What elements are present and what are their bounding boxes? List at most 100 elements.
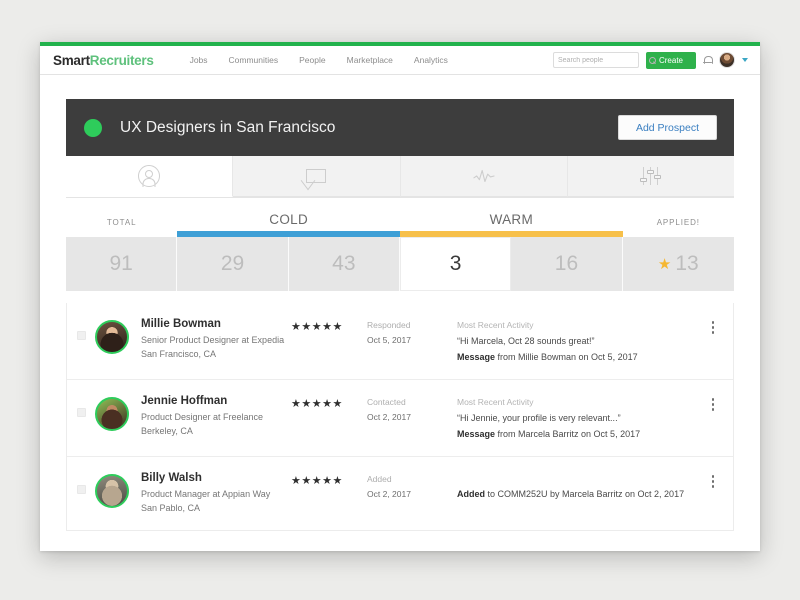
prospect-rating[interactable]: ★★★★★	[291, 395, 367, 410]
prospect-status: Responded Oct 5, 2017	[367, 318, 453, 345]
activity-title: Most Recent Activity	[457, 397, 534, 408]
avatar[interactable]	[95, 320, 129, 354]
status-badge: Responded	[367, 320, 411, 330]
stat-label-warm: WARM	[489, 212, 534, 227]
star-rating: ★★★★★	[291, 321, 343, 333]
prospect-name[interactable]: Millie Bowman	[141, 318, 291, 330]
stats-cells-row: 91 29 43 3 16 ★ 13	[66, 237, 734, 291]
stat-applied[interactable]: ★ 13	[622, 237, 734, 291]
nav-link-jobs[interactable]: Jobs	[190, 55, 208, 65]
prospect-identity: Millie Bowman Senior Product Designer at…	[141, 318, 291, 361]
prospect-name[interactable]: Billy Walsh	[141, 472, 291, 484]
prospect-title: Senior Product Designer at Expedia	[141, 335, 285, 345]
stat-total[interactable]: 91	[66, 237, 178, 291]
star-icon: ★	[657, 255, 672, 273]
search-input[interactable]	[557, 56, 649, 64]
logo-text-secondary: Recruiters	[89, 52, 154, 68]
prospect-status: Contacted Oct 2, 2017	[367, 395, 453, 422]
prospect-activity: Most Recent Activity “Hi Jennie, your pr…	[453, 395, 706, 441]
prospect-list: Millie Bowman Senior Product Designer at…	[66, 303, 734, 532]
row-checkbox[interactable]	[77, 485, 86, 495]
sliders-icon	[640, 167, 661, 185]
nav-link-analytics[interactable]: Analytics	[414, 55, 448, 65]
nav-link-people[interactable]: People	[299, 55, 325, 65]
tab-people[interactable]	[66, 156, 234, 197]
activity-meta-rest: to COMM252U by Marcela Barritz on Oct 2,…	[485, 489, 685, 500]
row-checkbox[interactable]	[77, 408, 86, 418]
content-panel: UX Designers in San Francisco Add Prospe…	[40, 75, 760, 532]
envelope-icon	[306, 169, 327, 183]
status-badge: Contacted	[367, 397, 406, 408]
prospect-name[interactable]: Jennie Hoffman	[141, 395, 291, 407]
add-prospect-button[interactable]: Add Prospect	[617, 115, 717, 140]
table-row[interactable]: Billy Walsh Product Manager at Appian Wa…	[67, 457, 733, 531]
stats-labels-row: TOTAL COLD WARM APPLIED!	[66, 212, 734, 227]
nav-right-cluster: Create	[552, 51, 748, 69]
status-dot	[84, 118, 102, 137]
row-menu-button[interactable]	[706, 395, 720, 411]
prospect-identity: Billy Walsh Product Manager at Appian Wa…	[141, 472, 291, 515]
bell-icon[interactable]	[703, 55, 713, 66]
status-date: Oct 2, 2017	[367, 412, 411, 423]
status-date: Oct 5, 2017	[367, 335, 411, 345]
activity-meta: Message from Marcela Barritz on Oct 5, 2…	[457, 428, 706, 441]
prospect-status: Added Oct 2, 2017	[367, 472, 453, 499]
stat-warm-1-value: 3	[449, 252, 462, 275]
stat-warm-2-value: 16	[554, 252, 579, 275]
activity-meta-rest: from Millie Bowman on Oct 5, 2017	[495, 352, 638, 362]
avatar[interactable]	[719, 52, 735, 68]
person-icon	[138, 165, 161, 187]
stat-cold-2-value: 43	[332, 252, 356, 275]
row-checkbox[interactable]	[77, 331, 86, 340]
stat-warm-2[interactable]: 16	[511, 237, 623, 291]
logo-text-primary: Smart	[53, 52, 90, 68]
avatar[interactable]	[95, 474, 129, 509]
tab-settings[interactable]	[567, 156, 734, 197]
activity-quote: “Hi Marcela, Oct 28 sounds great!”	[457, 336, 595, 346]
activity-meta: Message from Millie Bowman on Oct 5, 201…	[457, 351, 706, 364]
activity-quote: “Hi Jennie, your profile is very relevan…	[457, 413, 621, 424]
prospect-activity: Added to COMM252U by Marcela Barritz on …	[453, 472, 706, 501]
table-row[interactable]: Jennie Hoffman Product Designer at Freel…	[67, 380, 733, 458]
prospect-activity: Most Recent Activity “Hi Marcela, Oct 28…	[453, 318, 706, 364]
status-date: Oct 2, 2017	[367, 489, 411, 500]
prospect-title: Product Designer at Freelance	[141, 412, 264, 423]
main-nav-links: Jobs Communities People Marketplace Anal…	[190, 55, 448, 65]
status-badge: Added	[367, 474, 392, 485]
row-menu-button[interactable]	[706, 318, 720, 334]
activity-title: Most Recent Activity	[457, 320, 534, 330]
stat-cold-1[interactable]: 29	[177, 237, 289, 291]
table-row[interactable]: Millie Bowman Senior Product Designer at…	[67, 303, 733, 381]
stat-label-total: TOTAL	[106, 218, 137, 227]
top-navigation-bar: SmartRecruiters Jobs Communities People …	[40, 46, 760, 75]
search-box[interactable]	[552, 52, 656, 68]
nav-link-marketplace[interactable]: Marketplace	[347, 55, 393, 65]
prospect-location: San Pablo, CA	[141, 502, 201, 513]
tab-bar	[66, 156, 734, 198]
avatar[interactable]	[95, 397, 129, 432]
nav-link-communities[interactable]: Communities	[229, 55, 279, 65]
star-rating: ★★★★★	[291, 475, 343, 488]
chevron-down-icon[interactable]	[742, 58, 748, 62]
smartrecruiters-logo[interactable]: SmartRecruiters	[53, 53, 154, 68]
stats-section: TOTAL COLD WARM APPLIED! 91 29 43 3 16 ★…	[66, 198, 734, 291]
stat-warm-1[interactable]: 3	[399, 237, 512, 291]
app-window: SmartRecruiters Jobs Communities People …	[40, 42, 760, 551]
row-menu-button[interactable]	[706, 472, 720, 488]
prospect-location: Berkeley, CA	[141, 425, 193, 436]
stat-cold-2[interactable]: 43	[288, 237, 400, 291]
activity-meta: Added to COMM252U by Marcela Barritz on …	[457, 488, 706, 501]
activity-meta-rest: from Marcela Barritz on Oct 5, 2017	[495, 429, 641, 440]
prospect-rating[interactable]: ★★★★★	[291, 318, 367, 333]
tab-activity[interactable]	[400, 156, 568, 197]
activity-meta-type: Message	[457, 429, 496, 440]
tab-messages[interactable]	[233, 156, 401, 197]
prospect-title: Product Manager at Appian Way	[141, 489, 271, 500]
search-icon	[648, 56, 656, 64]
prospect-location: San Francisco, CA	[141, 348, 217, 359]
activity-chart-icon	[472, 169, 495, 183]
list-header: UX Designers in San Francisco Add Prospe…	[66, 99, 734, 156]
activity-meta-type: Message	[457, 352, 496, 362]
prospect-rating[interactable]: ★★★★★	[291, 472, 367, 487]
prospect-identity: Jennie Hoffman Product Designer at Freel…	[141, 395, 291, 438]
